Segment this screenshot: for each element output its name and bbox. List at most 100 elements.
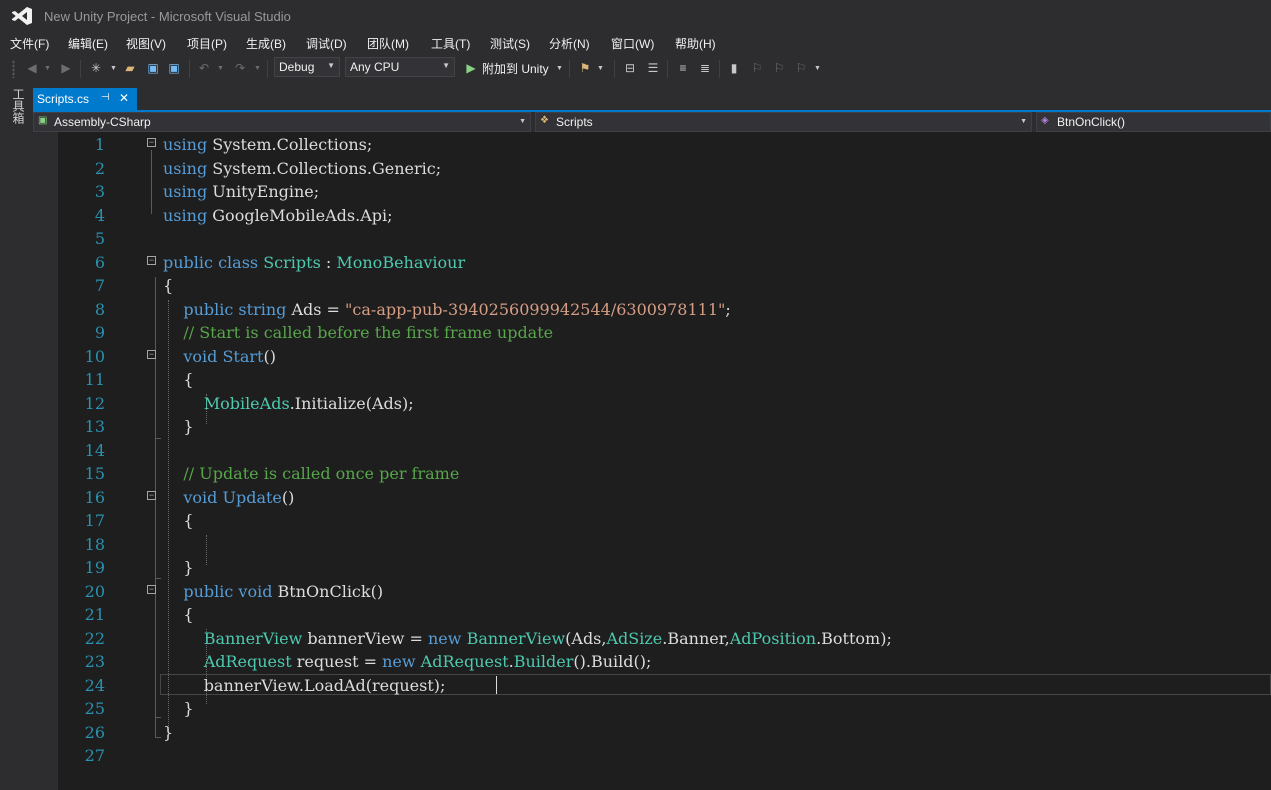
project-dropdown[interactable]: ▣ Assembly-CSharp ▼ xyxy=(33,112,531,132)
menu-debug[interactable]: 调试(D) xyxy=(306,35,347,52)
method-name: Start xyxy=(222,346,264,366)
toolbar-grip[interactable] xyxy=(12,60,15,78)
save-all-icon[interactable]: ▣ xyxy=(166,60,182,76)
code-line: 22 BannerView bannerView = new BannerVie… xyxy=(33,627,1271,651)
menu-edit[interactable]: 编辑(E) xyxy=(68,35,108,52)
navigation-bar: ▣ Assembly-CSharp ▼ ❖ Scripts ▼ ◈ BtnOnC… xyxy=(33,112,1271,132)
configuration-select[interactable]: Debug ▼ xyxy=(274,57,340,77)
code-text: { xyxy=(163,370,194,389)
code-line: 17 { xyxy=(33,509,1271,533)
code-line: 15 // Update is called once per frame xyxy=(33,462,1271,486)
undo-dropdown-icon[interactable]: ▼ xyxy=(217,60,224,76)
class-icon: ❖ xyxy=(540,115,549,126)
collapse-icon[interactable]: − xyxy=(147,349,156,359)
code-comment: // Update is called once per frame xyxy=(163,464,460,483)
line-number: 16 xyxy=(84,487,105,507)
next-bookmark-icon[interactable]: ⚐ xyxy=(771,60,787,76)
menu-test[interactable]: 测试(S) xyxy=(490,35,530,52)
menu-help[interactable]: 帮助(H) xyxy=(675,35,716,52)
find-in-files-icon[interactable]: ⚑ xyxy=(577,60,593,76)
menu-view[interactable]: 视图(V) xyxy=(126,35,166,52)
code-text: using UnityEngine; xyxy=(163,182,320,201)
toolbar-overflow-icon[interactable]: ▼ xyxy=(814,60,821,76)
type-name: AdSize xyxy=(606,628,663,648)
keyword: public xyxy=(183,581,234,601)
code-line: 9 // Start is called before the first fr… xyxy=(33,321,1271,345)
line-number: 25 xyxy=(84,699,105,718)
line-number: 24 xyxy=(84,675,105,695)
type-name: AdRequest xyxy=(420,652,509,671)
menu-analyze[interactable]: 分析(N) xyxy=(549,35,590,52)
document-tab-row: Scripts.cs ⊣ ✕ xyxy=(33,88,1271,112)
code-line: 11 { xyxy=(33,368,1271,392)
menu-build[interactable]: 生成(B) xyxy=(246,35,286,52)
tab-label: Scripts.cs xyxy=(37,92,90,106)
clear-bookmarks-icon[interactable]: ⚐ xyxy=(793,60,809,76)
code-text: } xyxy=(163,558,194,577)
pin-icon[interactable]: ⊣ xyxy=(101,92,110,103)
collapse-icon[interactable]: − xyxy=(147,584,156,594)
code-editor[interactable]: 1 − using System.Collections; 2 using Sy… xyxy=(33,132,1271,790)
find-dropdown-icon[interactable]: ▼ xyxy=(597,60,604,76)
code-line: 5 xyxy=(33,227,1271,251)
line-number: 2 xyxy=(94,158,105,178)
collapse-icon[interactable]: − xyxy=(147,138,156,147)
chevron-down-icon: ▼ xyxy=(519,118,526,125)
code-line: 13 } xyxy=(33,415,1271,439)
line-number: 27 xyxy=(84,746,105,765)
code-line: 19 } xyxy=(33,556,1271,580)
comment-lines-icon[interactable]: ≡ xyxy=(675,60,691,76)
code-text: void Start() xyxy=(183,346,276,366)
tab-scripts-cs[interactable]: Scripts.cs ⊣ ✕ xyxy=(33,88,137,110)
menu-file[interactable]: 文件(F) xyxy=(10,35,49,52)
properties-icon[interactable]: ☰ xyxy=(645,60,661,76)
bookmark-icon[interactable]: ▮ xyxy=(726,60,742,76)
forward-icon[interactable]: ▶ xyxy=(58,60,74,76)
back-dropdown-icon[interactable]: ▼ xyxy=(44,60,51,76)
menu-tools[interactable]: 工具(T) xyxy=(431,35,470,52)
line-number: 9 xyxy=(94,323,105,342)
code-text: bannerView.LoadAd(request); xyxy=(163,675,446,695)
menu-window[interactable]: 窗口(W) xyxy=(611,35,654,52)
keyword: void xyxy=(183,346,218,366)
line-number: 20 xyxy=(84,581,105,601)
menu-project[interactable]: 项目(P) xyxy=(187,35,227,52)
open-folder-icon[interactable]: ▰ xyxy=(122,60,138,76)
member-dropdown[interactable]: ◈ BtnOnClick() xyxy=(1036,112,1271,132)
member-name: BtnOnClick() xyxy=(1057,115,1126,129)
new-dropdown-icon[interactable]: ▼ xyxy=(110,60,117,76)
keyword: void xyxy=(183,487,218,507)
type-name: BannerView xyxy=(466,628,566,648)
collapse-icon[interactable]: − xyxy=(147,255,156,265)
method-icon: ◈ xyxy=(1041,115,1049,126)
code-line: 14 xyxy=(33,439,1271,463)
menu-team[interactable]: 团队(M) xyxy=(367,35,409,52)
type-name: Builder xyxy=(513,652,574,671)
code-text: { xyxy=(163,511,194,530)
undo-icon[interactable]: ↶ xyxy=(196,60,212,76)
line-number: 1 xyxy=(94,135,105,154)
previous-bookmark-icon[interactable]: ⚐ xyxy=(749,60,765,76)
class-dropdown[interactable]: ❖ Scripts ▼ xyxy=(535,112,1032,132)
collapse-icon[interactable]: − xyxy=(147,490,156,500)
start-debug-icon[interactable]: ▶ xyxy=(463,60,479,76)
line-number: 17 xyxy=(84,511,105,530)
close-icon[interactable]: ✕ xyxy=(119,91,129,105)
configuration-value: Debug xyxy=(279,60,315,74)
new-project-icon[interactable]: ✳ xyxy=(88,60,104,76)
line-number: 7 xyxy=(94,276,105,295)
code-text: BannerView bannerView = new BannerView(A… xyxy=(203,628,892,648)
code-line: 4 using GoogleMobileAds.Api; xyxy=(33,204,1271,228)
back-icon[interactable]: ◀ xyxy=(24,60,40,76)
code-line: 25 } xyxy=(33,697,1271,721)
platform-select[interactable]: Any CPU ▼ xyxy=(345,57,455,77)
solution-explorer-icon[interactable]: ⊟ xyxy=(622,60,638,76)
redo-icon[interactable]: ↷ xyxy=(232,60,248,76)
uncomment-lines-icon[interactable]: ≣ xyxy=(697,60,713,76)
toolbox-tab[interactable]: 工具箱 xyxy=(10,88,27,124)
save-icon[interactable]: ▣ xyxy=(145,60,161,76)
redo-dropdown-icon[interactable]: ▼ xyxy=(254,60,261,76)
attach-unity-button[interactable]: 附加到 Unity xyxy=(482,60,549,76)
attach-dropdown-icon[interactable]: ▼ xyxy=(556,60,563,76)
code-line: 24 bannerView.LoadAd(request); xyxy=(33,674,1271,698)
